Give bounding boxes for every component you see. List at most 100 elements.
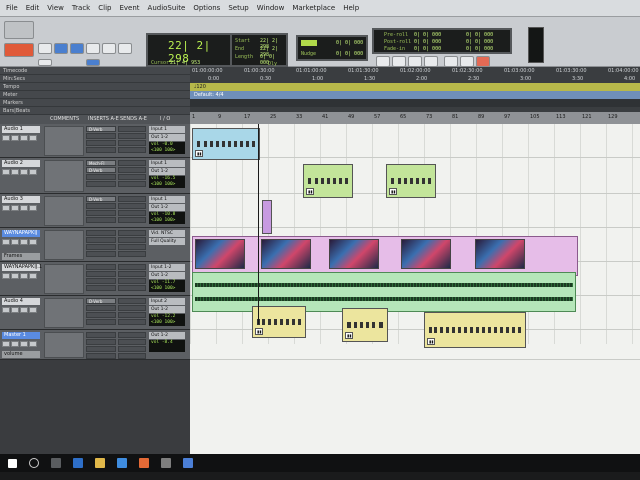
send-slot[interactable] [118, 298, 146, 304]
tempo-ruler[interactable]: ♩120 [190, 83, 640, 91]
ruler-name[interactable]: Tempo [0, 83, 190, 91]
view-button[interactable] [29, 307, 37, 313]
rec-button[interactable] [2, 239, 10, 245]
pencil-tool-icon[interactable] [118, 43, 132, 54]
send-slot[interactable] [118, 203, 146, 209]
send-slot[interactable] [118, 312, 146, 318]
insert-slot[interactable] [86, 203, 116, 209]
rec-button[interactable] [2, 341, 10, 347]
insert-slot[interactable]: D-Verb [86, 298, 116, 304]
record-mode-button[interactable] [4, 43, 34, 57]
mute-button[interactable] [20, 273, 28, 279]
send-slot[interactable] [118, 174, 146, 180]
send-slot[interactable] [118, 181, 146, 187]
send-slot[interactable] [118, 140, 146, 146]
send-slot[interactable] [118, 196, 146, 202]
insert-slot[interactable] [86, 147, 116, 153]
io-selector[interactable]: Input 1 [149, 196, 185, 203]
send-slot[interactable] [118, 305, 146, 311]
menu-edit[interactable]: Edit [26, 4, 40, 12]
track-view-selector[interactable]: Frames [2, 253, 40, 260]
menu-file[interactable]: File [6, 4, 18, 12]
insert-slot[interactable]: D-Verb [86, 196, 116, 202]
volume-pan-display[interactable]: vol -16.5 <100 100> [149, 176, 185, 188]
io-selector[interactable]: Input 1-2 [149, 264, 185, 271]
track-header[interactable]: Audio 2 Mech-Fl D-Verb Input 1 Out 1-2 vol -1… [0, 158, 190, 194]
io-selector[interactable]: Vid. NTSC [149, 230, 185, 237]
edge-icon[interactable] [73, 458, 83, 468]
io-selector[interactable]: Input 1 [149, 160, 185, 167]
io-selector[interactable]: Out 1-2 [149, 272, 185, 279]
rec-button[interactable] [2, 205, 10, 211]
send-slot[interactable] [118, 319, 146, 325]
io-selector[interactable]: Input 2 [149, 298, 185, 305]
minsecs-ruler[interactable]: 0:00 0:30 1:00 1:30 2:00 2:30 3:00 3:30 4:00 [190, 75, 640, 83]
io-selector[interactable]: Full Quality [149, 238, 185, 245]
volume-pan-display[interactable]: vol -11.7 <100 100> [149, 280, 185, 292]
insert-slot[interactable] [86, 251, 116, 257]
insert-slot[interactable] [86, 271, 116, 277]
volume-pan-display[interactable]: vol -0.0 <100 100> [149, 142, 185, 154]
insert-slot[interactable] [86, 264, 116, 270]
send-slot[interactable] [118, 230, 146, 236]
file-explorer-icon[interactable] [95, 458, 105, 468]
pro-tools-taskbar-icon[interactable] [161, 458, 171, 468]
track-header[interactable]: WAYNAPAPKIJ.1 Input 1-2 Out 1-2 vol -11.7 <1… [0, 262, 190, 296]
insert-slot[interactable] [86, 181, 116, 187]
mute-button[interactable] [20, 307, 28, 313]
menu-window[interactable]: Window [257, 4, 285, 12]
comments-field[interactable] [44, 126, 84, 156]
insert-slot[interactable] [86, 353, 116, 359]
insert-slot[interactable] [86, 346, 116, 352]
io-selector[interactable]: Input 1 [149, 126, 185, 133]
app-icon[interactable] [139, 458, 149, 468]
send-slot[interactable] [118, 217, 146, 223]
send-slot[interactable] [118, 278, 146, 284]
track-name[interactable]: Master 1 [2, 332, 40, 339]
comments-field[interactable] [44, 160, 84, 192]
menu-help[interactable]: Help [343, 4, 359, 12]
insert-slot[interactable] [86, 285, 116, 291]
view-button[interactable] [29, 135, 37, 141]
track-header[interactable]: Master 1 volume Out 1-2 vol -8.4 [0, 330, 190, 360]
insert-slot[interactable] [86, 339, 116, 345]
menu-setup[interactable]: Setup [228, 4, 248, 12]
meter-ruler[interactable]: Default: 4/4 [190, 91, 640, 99]
insert-slot[interactable] [86, 332, 116, 338]
send-slot[interactable] [118, 339, 146, 345]
insert-slot[interactable] [86, 278, 116, 284]
track-header[interactable]: Audio 4 D-Verb Input 2 Out 1-2 vol -12.2 <100… [0, 296, 190, 330]
fadein-value[interactable]: 0| 0| 000 [414, 46, 441, 52]
mute-button[interactable] [20, 205, 28, 211]
transport-end-value[interactable]: 0| 0| 000 [466, 39, 493, 45]
comments-field[interactable] [44, 264, 84, 294]
insert-slot[interactable] [86, 237, 116, 243]
solo-button[interactable] [11, 239, 19, 245]
preroll-value[interactable]: 0| 0| 000 [414, 32, 441, 38]
io-selector[interactable]: Out 1-2 [149, 332, 185, 339]
audio-clip[interactable] [262, 200, 272, 234]
fast-forward-icon[interactable] [408, 56, 422, 67]
menu-audiosuite[interactable]: AudioSuite [148, 4, 186, 12]
io-selector[interactable]: Out 1-2 [149, 306, 185, 313]
ruler-name[interactable]: Min:Secs [0, 75, 190, 83]
record-icon[interactable] [476, 56, 490, 67]
menu-track[interactable]: Track [72, 4, 90, 12]
rewind-icon[interactable] [392, 56, 406, 67]
go-to-end-icon[interactable] [424, 56, 438, 67]
ruler-name[interactable]: Meter [0, 91, 190, 99]
send-slot[interactable] [118, 332, 146, 338]
mute-button[interactable] [20, 341, 28, 347]
comments-field[interactable] [44, 196, 84, 226]
view-button[interactable] [29, 341, 37, 347]
grid-value[interactable]: 0| 0| 000 [336, 40, 363, 46]
nudge-value[interactable]: 0| 0| 000 [336, 51, 363, 57]
markers-ruler[interactable] [190, 99, 640, 107]
solo-button[interactable] [11, 169, 19, 175]
main-counter[interactable]: 22| 2| 298 Cursor 21| 4| 953 [146, 33, 232, 67]
menu-marketplace[interactable]: Marketplace [292, 4, 335, 12]
insert-slot[interactable]: D-Verb [86, 126, 116, 132]
solo-button[interactable] [11, 341, 19, 347]
insert-slot[interactable] [86, 230, 116, 236]
audio-clip[interactable]: ▮▮ [424, 312, 526, 348]
